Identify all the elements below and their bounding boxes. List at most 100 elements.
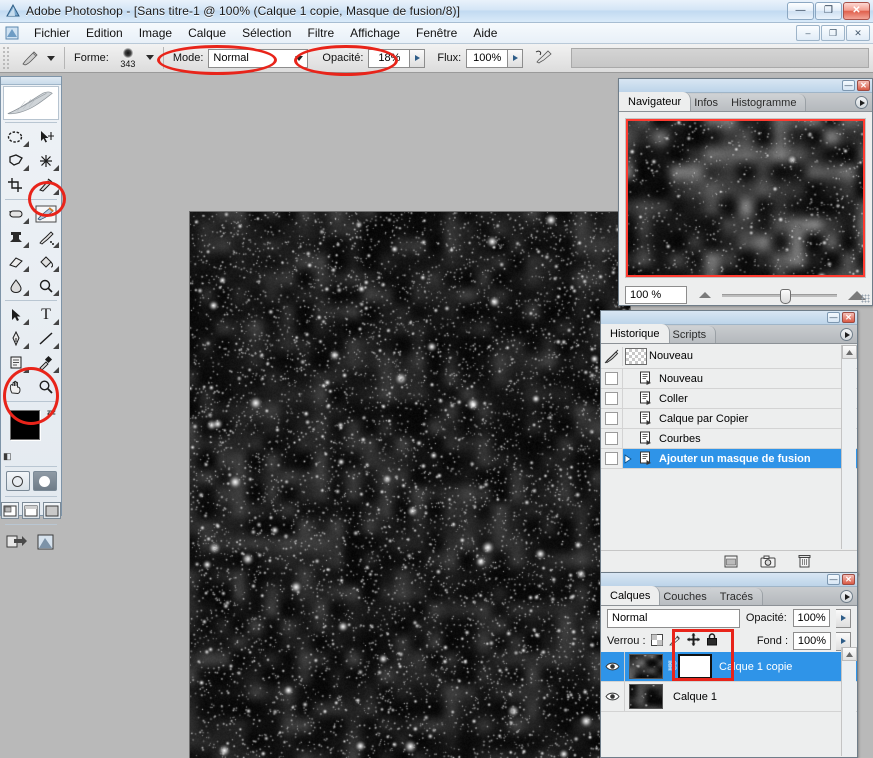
navigator-close-button[interactable]: ✕: [857, 80, 870, 91]
tool-clone-stamp[interactable]: [1, 226, 31, 250]
layer-opacity-slider-button[interactable]: [836, 609, 851, 628]
options-bar-grip[interactable]: [2, 46, 10, 71]
history-close-button[interactable]: ✕: [842, 312, 855, 323]
tool-magic-wand[interactable]: [31, 149, 61, 173]
minimize-button[interactable]: —: [787, 2, 814, 20]
zoom-level-input[interactable]: 100 %: [625, 286, 687, 304]
tools-palette-grip[interactable]: [1, 77, 61, 85]
imageready-icon[interactable]: [36, 533, 56, 551]
jump-to-imageready-icon[interactable]: [6, 533, 28, 551]
lock-transparent-pixels-icon[interactable]: [651, 634, 663, 649]
tool-rectangular-marquee[interactable]: [1, 125, 31, 149]
blend-mode-select[interactable]: Normal: [208, 49, 308, 68]
tool-type[interactable]: T: [31, 303, 61, 327]
history-snapshot-checkbox[interactable]: [601, 369, 623, 388]
layer-mask-link-icon[interactable]: ⛓: [666, 661, 675, 672]
tab-scripts[interactable]: Scripts: [664, 326, 717, 343]
tool-move[interactable]: [31, 125, 61, 149]
tool-pen[interactable]: [1, 327, 31, 351]
brush-preset-picker[interactable]: 343: [115, 47, 141, 69]
layers-panel-titlebar[interactable]: — ✕: [601, 573, 857, 587]
layer-blend-mode-select[interactable]: Normal: [607, 609, 740, 628]
history-snapshot-checkbox[interactable]: [601, 389, 623, 408]
airbrush-toggle-button[interactable]: [533, 48, 555, 69]
history-row-calque-par-copier[interactable]: Calque par Copier: [601, 409, 857, 429]
history-snapshot-checkbox[interactable]: [601, 409, 623, 428]
menu-item-fenetre[interactable]: Fenêtre: [408, 24, 465, 42]
tool-hand[interactable]: [1, 375, 31, 399]
tool-patch[interactable]: [1, 202, 31, 226]
tool-zoom[interactable]: [31, 375, 61, 399]
standard-mode-button[interactable]: [6, 471, 30, 491]
current-tool-preset-picker[interactable]: [20, 49, 55, 67]
navigator-thumbnail[interactable]: [625, 118, 866, 278]
navigator-panel-menu-button[interactable]: [855, 96, 868, 109]
navigator-resize-grip[interactable]: [861, 294, 870, 303]
full-screen-menubar-mode-button[interactable]: [22, 502, 40, 519]
history-snapshot-checkbox[interactable]: [601, 449, 623, 468]
document-minimize-button[interactable]: –: [796, 25, 820, 41]
lock-image-pixels-icon[interactable]: [669, 634, 681, 649]
layer-mask-thumbnail[interactable]: [678, 654, 712, 679]
zoom-slider[interactable]: [722, 294, 837, 297]
menu-item-aide[interactable]: Aide: [465, 24, 505, 42]
menu-item-affichage[interactable]: Affichage: [342, 24, 408, 42]
layer-opacity-input[interactable]: 100%: [793, 609, 830, 627]
history-snapshot-row[interactable]: Nouveau: [601, 344, 857, 369]
palette-well[interactable]: [571, 48, 869, 68]
history-row-courbes[interactable]: Courbes: [601, 429, 857, 449]
menu-item-image[interactable]: Image: [131, 24, 180, 42]
tool-eraser[interactable]: [1, 250, 31, 274]
tab-historique[interactable]: Historique: [601, 324, 670, 343]
tool-brush[interactable]: [31, 202, 61, 226]
tab-calques[interactable]: Calques: [601, 586, 660, 605]
layer-fill-input[interactable]: 100%: [793, 632, 831, 650]
tool-history-brush[interactable]: [31, 226, 61, 250]
tab-histogramme[interactable]: Histogramme: [722, 94, 806, 111]
default-colors-icon[interactable]: ◧: [3, 451, 12, 462]
layer-row-calque-1-copie[interactable]: ⛓ Calque 1 copie: [601, 652, 857, 682]
document-close-button[interactable]: ✕: [846, 25, 870, 41]
menu-item-calque[interactable]: Calque: [180, 24, 234, 42]
history-source-cell[interactable]: [601, 347, 623, 366]
tab-navigateur[interactable]: Navigateur: [619, 92, 691, 111]
scroll-up-icon[interactable]: [842, 345, 857, 359]
document-canvas[interactable]: [190, 212, 630, 758]
tool-paint-bucket[interactable]: [31, 250, 61, 274]
layers-minimize-button[interactable]: —: [827, 574, 840, 585]
delete-state-icon[interactable]: [798, 554, 811, 571]
history-row-nouveau[interactable]: Nouveau: [601, 369, 857, 389]
tool-blur[interactable]: [1, 274, 31, 298]
tool-crop[interactable]: [1, 173, 31, 197]
document-restore-button[interactable]: ❐: [821, 25, 845, 41]
layer-thumbnail[interactable]: [629, 654, 663, 679]
menu-item-fichier[interactable]: Fichier: [26, 24, 78, 42]
close-button[interactable]: ✕: [843, 2, 870, 20]
tool-notes[interactable]: [1, 351, 31, 375]
create-snapshot-icon[interactable]: [760, 555, 776, 571]
layer-visibility-toggle[interactable]: [601, 682, 625, 711]
layers-scrollbar[interactable]: [841, 647, 856, 756]
tool-dodge[interactable]: [31, 274, 61, 298]
opacity-slider-button[interactable]: [410, 49, 425, 68]
layer-row-calque-1[interactable]: Calque 1: [601, 682, 857, 712]
history-row-ajouter-masque[interactable]: Ajouter un masque de fusion: [601, 449, 857, 469]
quick-mask-mode-button[interactable]: [33, 471, 57, 491]
navigator-minimize-button[interactable]: —: [842, 80, 855, 91]
menu-item-filtre[interactable]: Filtre: [299, 24, 342, 42]
zoom-slider-thumb[interactable]: [780, 289, 791, 304]
lock-all-icon[interactable]: [706, 633, 718, 649]
opacity-input[interactable]: 18%: [368, 49, 410, 68]
zoom-out-icon[interactable]: [699, 292, 711, 298]
tab-traces[interactable]: Tracés: [711, 588, 763, 605]
flow-input[interactable]: 100%: [466, 49, 508, 68]
layers-panel-menu-button[interactable]: [840, 590, 853, 603]
history-scrollbar[interactable]: [841, 345, 856, 549]
restore-button[interactable]: ❐: [815, 2, 842, 20]
navigator-view-box[interactable]: [626, 119, 865, 277]
layers-close-button[interactable]: ✕: [842, 574, 855, 585]
lock-position-icon[interactable]: [687, 633, 700, 649]
history-panel-titlebar[interactable]: — ✕: [601, 311, 857, 325]
history-row-coller[interactable]: Coller: [601, 389, 857, 409]
tool-eyedropper[interactable]: [31, 351, 61, 375]
